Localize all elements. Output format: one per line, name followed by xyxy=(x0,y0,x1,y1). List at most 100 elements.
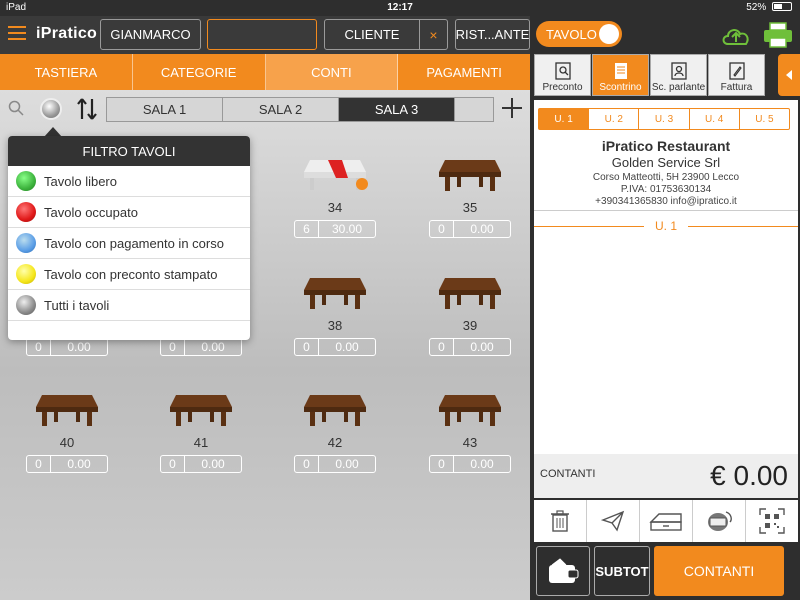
sort-icon[interactable] xyxy=(74,96,100,122)
contact-line: +390341365830 info@ipratico.it xyxy=(595,196,737,207)
tab-fattura-label: Fattura xyxy=(720,82,753,93)
unit-tab-2[interactable]: U. 2 xyxy=(589,109,640,129)
paper-plane-icon xyxy=(601,510,625,532)
filter-title: FILTRO TAVOLI xyxy=(8,136,250,166)
table-amount: 0.00 xyxy=(67,457,91,471)
menu-icon[interactable] xyxy=(8,26,26,40)
tab-scontrino[interactable]: Scontrino xyxy=(592,54,649,96)
table-number: 40 xyxy=(59,435,75,450)
table-amount: 30.00 xyxy=(331,222,363,236)
tab-fattura[interactable]: Fattura xyxy=(708,54,765,96)
filter-item-preconto[interactable]: Tavolo con preconto stampato xyxy=(8,259,250,290)
empty-field-button[interactable] xyxy=(207,19,317,50)
occupied-table-icon xyxy=(304,160,368,190)
unit-tab-1[interactable]: U. 1 xyxy=(539,109,590,129)
tab-pagamenti[interactable]: PAGAMENTI xyxy=(398,54,530,90)
table-covers: 0 xyxy=(295,456,319,472)
order-panel: TAVOLO Preconto Scontrino Sc. parlante F… xyxy=(530,16,800,600)
room-tab-sala-1[interactable]: SALA 1 xyxy=(107,98,223,121)
filter-item-label: Tavolo con pagamento in corso xyxy=(44,235,224,251)
person-receipt-icon xyxy=(670,62,687,80)
bottom-actions: SUBTOT CONTANTI xyxy=(530,544,800,600)
filter-item-label: Tavolo con preconto stampato xyxy=(44,266,218,282)
receipt-unit-label: U. 1 xyxy=(644,219,688,233)
battery-icon xyxy=(772,2,792,11)
tab-preconto[interactable]: Preconto xyxy=(534,54,591,96)
table-amount: 0.00 xyxy=(335,457,359,471)
tab-scontrino-label: Scontrino xyxy=(599,82,642,93)
unit-tab-4[interactable]: U. 4 xyxy=(690,109,740,129)
table-item[interactable]: 39 0 0.00 xyxy=(427,268,513,358)
top-header: iPratico GIANMARCO CLIENTE × RIST...ANTE xyxy=(0,16,530,54)
table-covers: 0 xyxy=(161,339,185,355)
table-item[interactable]: 42 0 0.00 xyxy=(292,385,378,475)
app-logo: iPratico xyxy=(36,25,98,42)
room-tab-sala-3[interactable]: SALA 3 xyxy=(339,98,455,121)
table-mode-toggle[interactable]: TAVOLO xyxy=(536,21,622,47)
add-room-icon[interactable] xyxy=(500,96,524,120)
cash-refresh-icon xyxy=(708,511,732,531)
printer-icon[interactable] xyxy=(762,22,794,48)
table-icon xyxy=(439,395,501,426)
table-amount: 0.00 xyxy=(201,340,225,354)
tab-preconto-label: Preconto xyxy=(542,82,583,93)
table-number: 38 xyxy=(327,318,343,333)
tab-categorie[interactable]: CATEGORIE xyxy=(133,54,266,90)
table-summary: 0 0.00 xyxy=(429,338,511,356)
table-amount: 0.00 xyxy=(470,222,494,236)
table-item[interactable]: 43 0 0.00 xyxy=(427,385,513,475)
filter-icon[interactable] xyxy=(40,98,62,120)
cash-drawer-icon xyxy=(649,513,682,531)
filter-item-free[interactable]: Tavolo libero xyxy=(8,166,250,197)
search-icon[interactable] xyxy=(8,100,24,116)
room-tab-sala-2[interactable]: SALA 2 xyxy=(223,98,339,121)
client-button[interactable]: CLIENTE xyxy=(324,19,420,50)
filter-item-payment[interactable]: Tavolo con pagamento in corso xyxy=(8,228,250,259)
main-tabs: TASTIERA CATEGORIE CONTI PAGAMENTI xyxy=(0,54,530,90)
unit-tabs: U. 1 U. 2 U. 3 U. 4 U. 5 xyxy=(538,108,790,130)
preconto-status-icon xyxy=(16,264,36,284)
subtotal-button[interactable]: SUBTOT xyxy=(594,546,650,596)
tab-conti[interactable]: CONTI xyxy=(265,54,399,90)
filter-item-occupied[interactable]: Tavolo occupato xyxy=(8,197,250,228)
unit-tab-5[interactable]: U. 5 xyxy=(740,109,789,129)
table-item[interactable]: 38 0 0.00 xyxy=(292,268,378,358)
receipt-preview: U. 1 U. 2 U. 3 U. 4 U. 5 iPratico Restau… xyxy=(534,100,798,454)
wallet-button[interactable] xyxy=(536,546,590,596)
preconto-icon xyxy=(554,62,571,80)
restaurant-button[interactable]: RIST...ANTE xyxy=(455,19,530,50)
client-clear-button[interactable]: × xyxy=(420,19,448,50)
delete-button[interactable] xyxy=(534,500,586,542)
filter-item-label: Tavolo occupato xyxy=(44,204,138,220)
tab-sc-parlante[interactable]: Sc. parlante xyxy=(650,54,707,96)
filter-item-all[interactable]: Tutti i tavoli xyxy=(8,290,250,321)
drawer-button[interactable] xyxy=(640,500,692,542)
table-covers: 0 xyxy=(430,456,454,472)
cloud-upload-icon[interactable] xyxy=(720,22,752,48)
table-item[interactable]: 40 0 0.00 xyxy=(24,385,110,475)
table-summary: 0 0.00 xyxy=(429,220,511,238)
table-number: 42 xyxy=(327,435,343,450)
unit-tab-3[interactable]: U. 3 xyxy=(639,109,690,129)
payment-method-label: CONTANTI xyxy=(540,468,596,480)
cash-refresh-button[interactable] xyxy=(693,500,745,542)
table-item[interactable]: 34 6 30.00 xyxy=(292,150,378,240)
collapse-panel-button[interactable] xyxy=(778,54,800,96)
table-item[interactable]: 35 0 0.00 xyxy=(427,150,513,240)
send-button[interactable] xyxy=(587,500,639,542)
table-summary: 6 30.00 xyxy=(294,220,376,238)
cash-payment-button[interactable]: CONTANTI xyxy=(654,546,784,596)
room-tab-sala-4[interactable]: TE xyxy=(455,98,493,121)
table-item[interactable]: 41 0 0.00 xyxy=(158,385,244,475)
table-icon xyxy=(304,278,366,309)
address-line: Corso Matteotti, 5H 23900 Lecco xyxy=(592,172,740,183)
document-tabs: Preconto Scontrino Sc. parlante Fattura xyxy=(534,54,766,96)
qr-scan-button[interactable] xyxy=(746,500,798,542)
vat-line: P.IVA: 01753630134 xyxy=(620,184,712,195)
table-covers: 0 xyxy=(27,456,51,472)
tab-tastiera[interactable]: TASTIERA xyxy=(0,54,133,90)
table-amount: 0.00 xyxy=(470,340,494,354)
table-amount: 0.00 xyxy=(470,457,494,471)
table-number: 41 xyxy=(193,435,209,450)
user-button[interactable]: GIANMARCO xyxy=(100,19,201,50)
